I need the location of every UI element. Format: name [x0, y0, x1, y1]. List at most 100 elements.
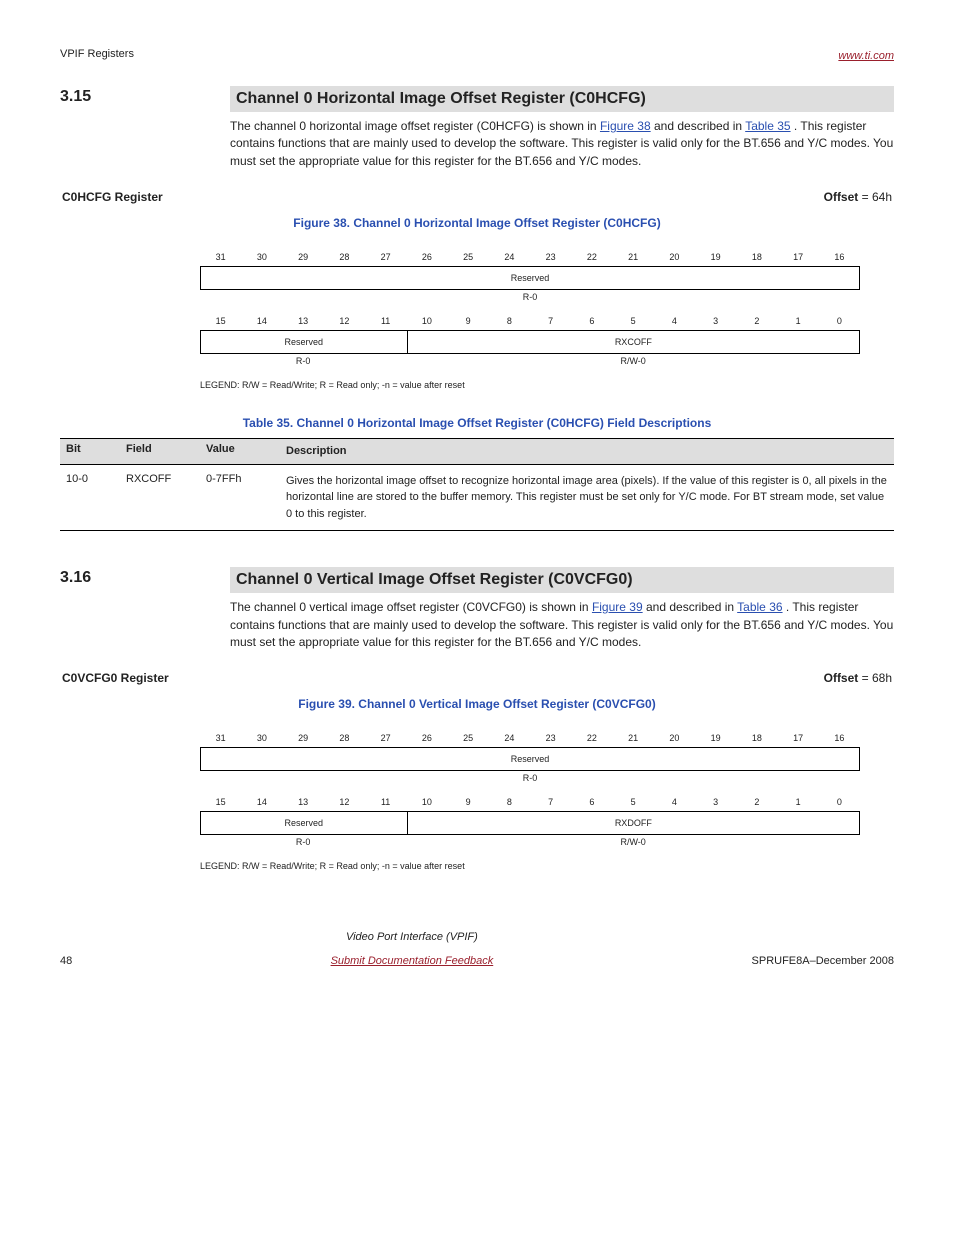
bit-number: 0 — [819, 312, 860, 330]
bit-number: 25 — [448, 729, 489, 747]
bit-number: 20 — [654, 248, 695, 266]
field-row-low: Reserved RXCOFF — [200, 330, 860, 354]
bit-number: 9 — [448, 793, 489, 811]
section-3-15: 3.15 Channel 0 Horizontal Image Offset R… — [60, 86, 894, 170]
field-rxdoff: RXDOFF — [407, 812, 859, 834]
section-desc: The channel 0 horizontal image offset re… — [230, 118, 894, 170]
bit-number: 17 — [778, 248, 819, 266]
header-right: www.ti.com — [838, 48, 894, 62]
td-bit: 10-0 — [60, 465, 120, 531]
bit-number: 1 — [778, 312, 819, 330]
th-value: Value — [200, 439, 280, 464]
bit-number: 14 — [241, 793, 282, 811]
th-bit: Bit — [60, 439, 120, 464]
access-high: R-0 — [200, 290, 860, 312]
bit-number: 23 — [530, 248, 571, 266]
bit-number: 9 — [448, 312, 489, 330]
field-reserved-low: Reserved — [201, 812, 407, 834]
table-ref[interactable]: Table 36 — [737, 600, 782, 614]
field-table-head: Bit Field Value Description — [60, 439, 894, 464]
fig-link[interactable]: Figure 39. Channel 0 Vertical Image Offs… — [298, 697, 655, 711]
bit-number: 11 — [365, 793, 406, 811]
ti-link[interactable]: www.ti.com — [838, 50, 894, 62]
field-reserved-low: Reserved — [201, 331, 407, 353]
bit-number: 2 — [736, 312, 777, 330]
bit-number: 18 — [736, 729, 777, 747]
bit-number: 22 — [571, 729, 612, 747]
field-table-row: 10-0 RXCOFF 0-7FFh Gives the horizontal … — [60, 464, 894, 531]
section-3-16: 3.16 Channel 0 Vertical Image Offset Reg… — [60, 567, 894, 651]
footer-title: Video Port Interface (VPIF) — [346, 931, 478, 943]
bit-number: 19 — [695, 248, 736, 266]
bit-number: 13 — [283, 312, 324, 330]
bit-number: 10 — [406, 793, 447, 811]
table-link[interactable]: Table 35. Channel 0 Horizontal Image Off… — [243, 416, 712, 430]
bit-number: 2 — [736, 793, 777, 811]
bit-number: 17 — [778, 729, 819, 747]
page-footer: 48 Video Port Interface (VPIF) Submit Do… — [60, 931, 894, 967]
bit-number: 19 — [695, 729, 736, 747]
bit-number: 15 — [200, 793, 241, 811]
bit-number: 6 — [571, 793, 612, 811]
bit-number: 28 — [324, 729, 365, 747]
doc-id: SPRUFE8A–December 2008 — [752, 955, 894, 967]
reg-offset: Offset = 68h — [824, 671, 892, 685]
th-field: Field — [120, 439, 200, 464]
bit-nums-low: 1514131211109876543210 — [200, 312, 860, 330]
bit-number: 26 — [406, 729, 447, 747]
bit-number: 4 — [654, 312, 695, 330]
fig-caption-2: Figure 39. Channel 0 Vertical Image Offs… — [60, 697, 894, 711]
bit-number: 12 — [324, 793, 365, 811]
bit-number: 11 — [365, 312, 406, 330]
access-low-a: R-0 — [200, 354, 406, 376]
desc-prefix: The channel 0 horizontal image offset re… — [230, 119, 600, 133]
figure-ref[interactable]: Figure 38 — [600, 119, 651, 133]
bit-number: 31 — [200, 248, 241, 266]
bit-number: 28 — [324, 248, 365, 266]
section-number: 3.16 — [60, 567, 230, 651]
bit-number: 30 — [241, 248, 282, 266]
td-desc: Gives the horizontal image offset to rec… — [280, 465, 894, 531]
page-number: 48 — [60, 955, 72, 967]
fig-caption-1: Figure 38. Channel 0 Horizontal Image Of… — [60, 216, 894, 230]
bit-number: 4 — [654, 793, 695, 811]
bit-number: 24 — [489, 729, 530, 747]
legend-1: LEGEND: R/W = Read/Write; R = Read only;… — [200, 380, 860, 390]
section-desc: The channel 0 vertical image offset regi… — [230, 599, 894, 651]
bit-number: 20 — [654, 729, 695, 747]
access-low-a: R-0 — [200, 835, 406, 857]
access-low-b: R/W-0 — [406, 835, 860, 857]
bit-number: 3 — [695, 793, 736, 811]
section-title: Channel 0 Horizontal Image Offset Regist… — [230, 86, 894, 112]
bit-number: 18 — [736, 248, 777, 266]
feedback-link[interactable]: Submit Documentation Feedback — [331, 955, 494, 967]
bit-number: 5 — [613, 793, 654, 811]
bit-number: 1 — [778, 793, 819, 811]
bit-number: 29 — [283, 248, 324, 266]
bit-number: 16 — [819, 248, 860, 266]
fig-link[interactable]: Figure 38. Channel 0 Horizontal Image Of… — [293, 216, 660, 230]
field-reserved: Reserved — [201, 267, 859, 289]
field-reserved: Reserved — [201, 748, 859, 770]
field-row-low: Reserved RXDOFF — [200, 811, 860, 835]
bit-number: 21 — [613, 248, 654, 266]
figure-ref[interactable]: Figure 39 — [592, 600, 643, 614]
reg-summary-1: C0HCFG Register Offset = 64h — [60, 190, 894, 204]
bit-number: 22 — [571, 248, 612, 266]
bit-number: 8 — [489, 793, 530, 811]
header-left: VPIF Registers — [60, 48, 134, 60]
legend-2: LEGEND: R/W = Read/Write; R = Read only;… — [200, 861, 860, 871]
bit-nums-low: 1514131211109876543210 — [200, 793, 860, 811]
table-ref[interactable]: Table 35 — [745, 119, 790, 133]
bit-number: 7 — [530, 312, 571, 330]
bit-nums-high: 31302928272625242322212019181716 — [200, 248, 860, 266]
bit-number: 3 — [695, 312, 736, 330]
desc-mid: and described in — [654, 119, 745, 133]
page-header: VPIF Registers www.ti.com — [60, 48, 894, 62]
access-low-b: R/W-0 — [406, 354, 860, 376]
bit-number: 6 — [571, 312, 612, 330]
bit-number: 23 — [530, 729, 571, 747]
reg-offset: Offset = 64h — [824, 190, 892, 204]
reg-summary-2: C0VCFG0 Register Offset = 68h — [60, 671, 894, 685]
bit-number: 15 — [200, 312, 241, 330]
